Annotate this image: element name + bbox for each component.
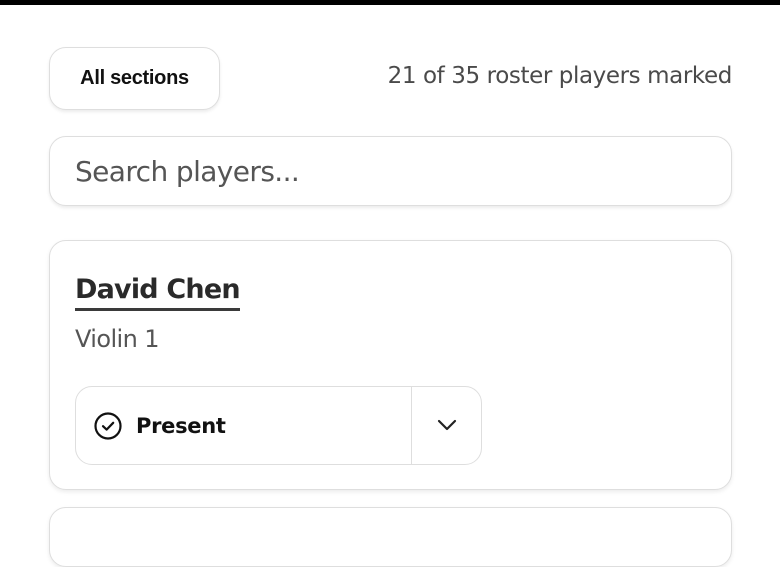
filter-row: All sections 21 of 35 roster players mar… [49, 47, 732, 110]
attendance-status-label: Present [136, 413, 226, 438]
next-player-card [49, 507, 732, 567]
search-players-input[interactable] [50, 137, 731, 205]
attendance-status-button[interactable]: Present [76, 387, 412, 464]
top-bar [0, 0, 780, 5]
player-section-label: Violin 1 [75, 325, 159, 353]
chevron-down-icon [437, 416, 457, 435]
player-name-link[interactable]: David Chen [75, 273, 241, 311]
check-circle-icon [93, 411, 123, 441]
attendance-status-dropdown-toggle[interactable] [412, 387, 481, 464]
marked-count-label: 21 of 35 roster players marked [387, 63, 733, 89]
all-sections-button[interactable]: All sections [49, 47, 220, 110]
attendance-status-control: Present [75, 386, 482, 465]
player-card: David Chen Violin 1 Present [49, 240, 732, 490]
search-box [49, 136, 732, 206]
